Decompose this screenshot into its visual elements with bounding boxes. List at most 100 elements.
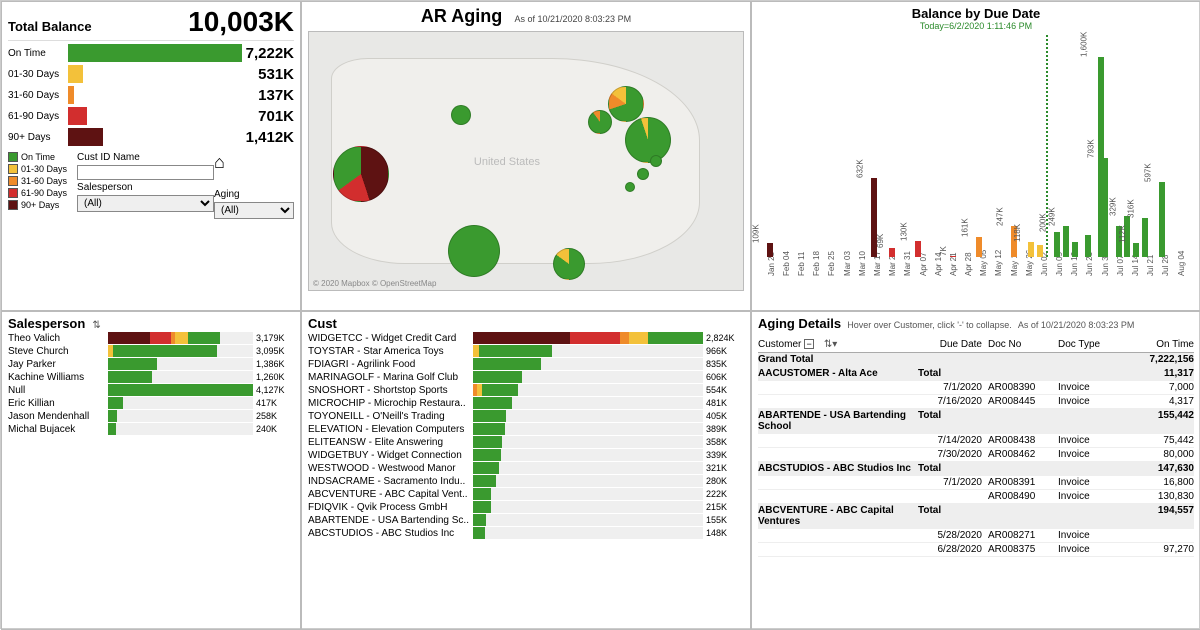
list-item[interactable]: SNOSHORT - Shortstop Sports 554K [308,384,744,396]
bdd-bar[interactable]: 109K [767,243,773,257]
list-item-value: 3,179K [256,333,294,343]
map-pie[interactable] [608,86,644,122]
ad-row[interactable]: 5/28/2020AR008271Invoice [758,529,1194,543]
us-map[interactable]: United States © 2020 Mapbox © OpenStreet… [308,31,744,291]
ad-row[interactable]: 7/30/2020AR008462Invoice80,000 [758,448,1194,462]
list-item[interactable]: Jay Parker 1,386K [8,358,294,370]
ad-row[interactable]: 6/28/2020AR008375Invoice97,270 [758,543,1194,557]
ad-row[interactable]: 7/1/2020AR008391Invoice16,800 [758,476,1194,490]
ad-group-total[interactable]: ABARTENDE - USA Bartending School Total … [758,409,1194,434]
list-item[interactable]: TOYSTAR - Star America Toys 966K [308,345,744,357]
bdd-bar[interactable]: 793K [1102,158,1108,257]
list-item[interactable]: WIDGETBUY - Widget Connection 339K [308,449,744,461]
bdd-chart[interactable]: Jan 28Feb 04Feb 11Feb 18Feb 25Mar 03Mar … [758,35,1194,285]
list-item[interactable]: Kachine Williams 1,260K [8,371,294,383]
bdd-bar[interactable] [1037,245,1043,258]
bdd-bar[interactable]: 200K [1054,232,1060,257]
list-item[interactable]: Theo Valich 3,179K [8,332,294,344]
collapse-all-icon[interactable]: − [804,339,814,349]
bdd-bar[interactable]: 130K [915,241,921,257]
list-item-label: TOYONEILL - O'Neill's Trading [308,411,473,422]
aging-legend: On Time 01-30 Days 31-60 Days 61-90 Days 90+… [8,152,67,210]
col-ontime: On Time [1113,339,1194,350]
legend-item[interactable]: On Time [8,152,67,162]
legend-item[interactable]: 61-90 Days [8,188,67,198]
sort-icon[interactable]: ⇅▾ [824,339,837,350]
map-pie[interactable] [625,182,635,192]
legend-item[interactable]: 90+ Days [8,200,67,210]
aging-details-hint: Hover over Customer, click '-' to collap… [847,320,1012,330]
ad-group-total[interactable]: AACUSTOMER - Alta Ace Total 11,317 [758,367,1194,381]
ad-row[interactable]: AR008490Invoice130,830 [758,490,1194,504]
map-pie[interactable] [588,110,612,134]
list-item[interactable]: Null 4,127K [8,384,294,396]
bdd-bar[interactable]: 249K [1063,226,1069,257]
aging-filter-label: Aging [214,189,294,200]
list-item[interactable]: Michal Bujacek 240K [8,423,294,435]
ad-group-total[interactable]: ABCSTUDIOS - ABC Studios Inc Total 147,6… [758,462,1194,476]
bdd-bar[interactable] [1085,235,1091,258]
list-item[interactable]: ABARTENDE - USA Bartending Sc.. 155K [308,514,744,526]
list-item[interactable]: FDIQVIK - Qvik Process GmbH 215K [308,501,744,513]
list-item[interactable]: ELEVATION - Elevation Computers 389K [308,423,744,435]
list-item-label: Kachine Williams [8,372,108,383]
list-item[interactable]: Steve Church 3,095K [8,345,294,357]
tb-row[interactable]: 61-90 Days 701K [8,107,294,125]
list-item-value: 280K [706,476,744,486]
col-doctype: Doc Type [1058,339,1113,350]
ad-group-total[interactable]: ABCVENTURE - ABC Capital Ventures Total … [758,504,1194,529]
map-country-label: United States [474,156,540,168]
list-item[interactable]: MICROCHIP - Microchip Restaura.. 481K [308,397,744,409]
list-item-value: 389K [706,424,744,434]
map-pie[interactable] [625,117,671,163]
list-item[interactable]: ABCSTUDIOS - ABC Studios Inc 148K [308,527,744,539]
ad-row[interactable]: 7/1/2020AR008390Invoice7,000 [758,381,1194,395]
salesperson-filter[interactable]: (All) [77,195,214,212]
aging-details-panel: Aging Details Hover over Customer, click… [751,311,1200,630]
list-item-label: WIDGETBUY - Widget Connection [308,450,473,461]
bdd-bar[interactable]: 7K [950,256,956,257]
ad-row[interactable]: 7/14/2020AR008438Invoice75,442 [758,434,1194,448]
tb-row[interactable]: 01-30 Days 531K [8,65,294,83]
list-item[interactable]: FDIAGRI - Agrilink Food 835K [308,358,744,370]
bdd-bar[interactable]: 118K [1028,242,1034,257]
list-item[interactable]: MARINAGOLF - Marina Golf Club 606K [308,371,744,383]
map-pie[interactable] [333,146,389,202]
list-item[interactable]: INDSACRAME - Sacramento Indu.. 280K [308,475,744,487]
list-item[interactable]: TOYONEILL - O'Neill's Trading 405K [308,410,744,422]
list-item[interactable]: ELITEANSW - Elite Answering 358K [308,436,744,448]
list-item[interactable]: WESTWOOD - Westwood Manor 321K [308,462,744,474]
tb-row[interactable]: 90+ Days 1,412K [8,128,294,146]
tb-row-value: 137K [258,87,294,104]
map-pie[interactable] [448,225,500,277]
aging-details-title: Aging Details [758,316,841,331]
bdd-bar[interactable]: 112K [1133,243,1139,257]
bdd-axis-tick: Jul 14 [1131,255,1140,276]
map-pie[interactable] [553,248,585,280]
map-pie[interactable] [451,105,471,125]
bdd-axis-tick: Feb 25 [827,251,836,276]
home-icon[interactable]: ⌂ [214,152,294,173]
sort-icon[interactable]: ⇅ [92,320,100,331]
bdd-bar[interactable]: 316K [1142,218,1148,258]
bdd-bar[interactable]: 161K [976,237,982,257]
aging-filter[interactable]: (All) [214,202,294,219]
ad-row[interactable]: 7/16/2020AR008445Invoice4,317 [758,395,1194,409]
map-pie[interactable] [637,168,649,180]
bdd-axis-tick: Mar 31 [903,251,912,276]
list-item[interactable]: ABCVENTURE - ABC Capital Vent.. 222K [308,488,744,500]
cust-id-input[interactable] [77,165,214,180]
list-item[interactable]: Eric Killian 417K [8,397,294,409]
legend-item[interactable]: 01-30 Days [8,164,67,174]
bdd-bar[interactable]: 69K [889,248,895,257]
list-item[interactable]: Jason Mendenhall 258K [8,410,294,422]
bdd-bar[interactable]: 597K [1159,182,1165,257]
list-item[interactable]: WIDGETCC - Widget Credit Card 2,824K [308,332,744,344]
list-item-value: 3,095K [256,346,294,356]
tb-row[interactable]: On Time 7,222K [8,44,294,62]
bdd-bar[interactable] [1072,242,1078,257]
map-pie[interactable] [650,155,662,167]
legend-item[interactable]: 31-60 Days [8,176,67,186]
tb-row[interactable]: 31-60 Days 137K [8,86,294,104]
list-item-label: SNOSHORT - Shortstop Sports [308,385,473,396]
